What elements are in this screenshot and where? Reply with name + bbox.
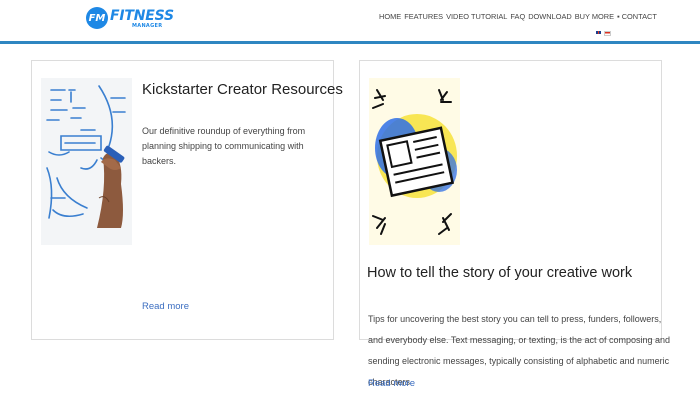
read-more-link[interactable]: Read more xyxy=(368,378,415,389)
nav-buy-more[interactable]: BUY MORE xyxy=(575,12,614,21)
whiteboard-drawing-image[interactable] xyxy=(41,78,132,245)
nav-contact[interactable]: ▪ CONTACT xyxy=(617,12,657,21)
nav-faq[interactable]: FAQ xyxy=(510,12,525,21)
main-nav: HOME FEATURES VIDEO TUTORIAL FAQ DOWNLOA… xyxy=(379,12,660,21)
header-divider xyxy=(0,41,700,44)
language-switcher xyxy=(596,31,611,36)
nav-home[interactable]: HOME xyxy=(379,12,401,21)
logo-tagline: MANAGER xyxy=(132,23,163,29)
indonesia-flag-icon[interactable] xyxy=(604,31,611,36)
logo-badge: FM xyxy=(86,7,108,29)
nav-download[interactable]: DOWNLOAD xyxy=(528,12,572,21)
logo-name: FITNESS xyxy=(110,8,174,24)
card-title[interactable]: How to tell the story of your creative w… xyxy=(367,265,632,281)
uk-flag-icon[interactable] xyxy=(596,31,601,34)
read-more-link[interactable]: Read more xyxy=(142,301,189,312)
fitness-manager-logo[interactable]: FM FITNESS MANAGER xyxy=(86,7,174,31)
card-description: Our definitive roundup of everything fro… xyxy=(142,126,306,166)
card-title[interactable]: Kickstarter Creator Resources xyxy=(142,81,343,98)
resource-card: Kickstarter Creator Resources Our defini… xyxy=(31,60,343,340)
nav-features[interactable]: FEATURES xyxy=(404,12,443,21)
newspaper-illustration-image[interactable] xyxy=(369,78,460,245)
nav-video-tutorial[interactable]: VIDEO TUTORIAL xyxy=(446,12,507,21)
site-header: FM FITNESS MANAGER HOME FEATURES VIDEO T… xyxy=(0,0,700,44)
